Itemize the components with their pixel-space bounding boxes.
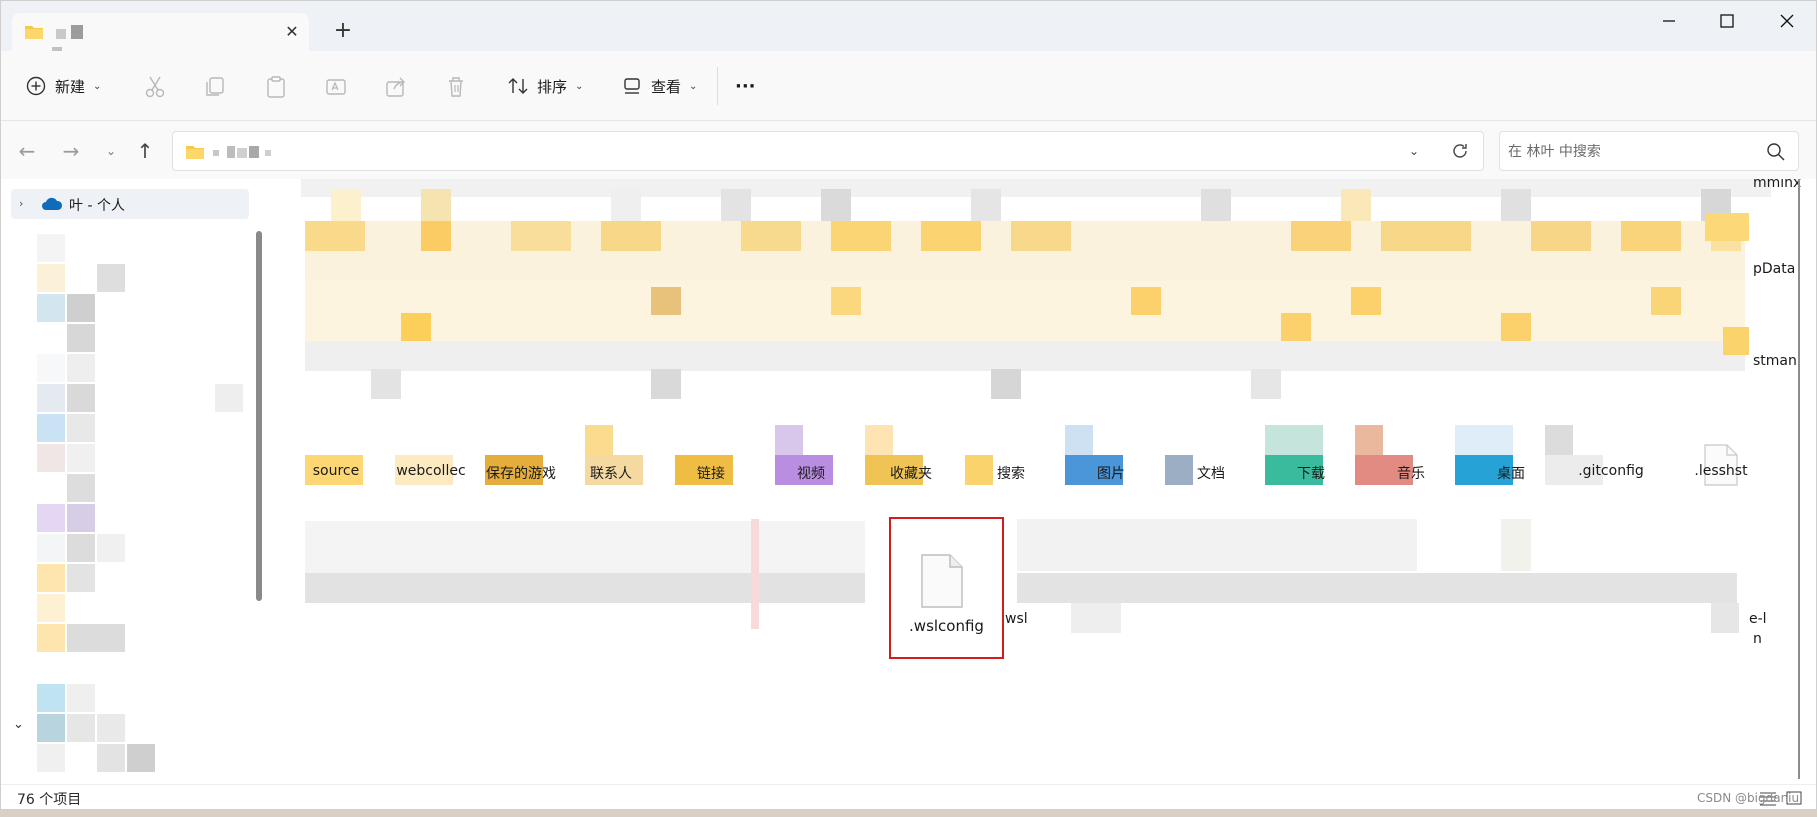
file-explorer-window: ✕ + 新建 ⌄ 排序 ⌄ 查看 ⌄ ··· ← → ⌄ ↑ ⌄ 在 林叶 中搜… <box>0 0 1817 810</box>
new-button-label: 新建 <box>55 77 86 96</box>
maximize-icon[interactable] <box>1707 9 1747 33</box>
file-label-lesshst[interactable]: .lesshst <box>1671 463 1771 479</box>
add-circle-icon <box>26 76 46 96</box>
sidebar-item-onedrive[interactable]: › 叶 - 个人 <box>11 189 249 219</box>
file-label[interactable]: n <box>1753 631 1762 647</box>
up-icon[interactable]: ↑ <box>133 139 157 163</box>
file-label[interactable]: pData <box>1753 261 1795 277</box>
expand-chevron-icon[interactable]: ⌄ <box>13 717 24 732</box>
title-bar: ✕ + <box>1 1 1816 59</box>
recent-locations-icon[interactable]: ⌄ <box>99 139 123 163</box>
close-tab-icon[interactable]: ✕ <box>282 22 302 42</box>
minimize-icon[interactable] <box>1649 9 1689 33</box>
folder-label-saved-games[interactable]: 保存的游戏 <box>481 463 561 483</box>
folder-label-links[interactable]: 链接 <box>671 463 751 483</box>
address-dropdown-icon[interactable]: ⌄ <box>1403 140 1425 162</box>
chevron-down-icon: ⌄ <box>93 80 102 92</box>
address-bar[interactable]: ⌄ <box>172 131 1484 171</box>
share-icon[interactable] <box>383 74 409 100</box>
selected-file-wslconfig[interactable]: .wslconfig <box>889 517 1004 659</box>
sort-button[interactable]: 排序 ⌄ <box>507 69 583 103</box>
back-icon[interactable]: ← <box>15 139 39 163</box>
folder-label-webcollec[interactable]: webcollec <box>381 463 481 479</box>
folder-label-videos[interactable]: 视频 <box>771 463 851 483</box>
refresh-icon[interactable] <box>1449 140 1471 162</box>
expand-chevron-icon[interactable]: › <box>19 197 23 210</box>
file-label[interactable]: e-l <box>1749 611 1767 627</box>
new-tab-icon[interactable]: + <box>331 19 355 43</box>
search-box[interactable] <box>1499 131 1799 171</box>
onedrive-cloud-icon <box>42 197 63 210</box>
folder-label-documents[interactable]: 文档 <box>1171 463 1251 483</box>
status-bar: 76 个项目 <box>1 784 1816 809</box>
folder-label-favorites[interactable]: 收藏夹 <box>871 463 951 483</box>
new-button[interactable]: 新建 ⌄ <box>25 69 101 103</box>
folder-label-downloads[interactable]: 下载 <box>1271 463 1351 483</box>
delete-icon[interactable] <box>443 74 469 100</box>
file-label-gitconfig[interactable]: .gitconfig <box>1561 463 1661 479</box>
file-icon <box>921 554 963 608</box>
sort-button-label: 排序 <box>537 77 568 96</box>
view-button-label: 查看 <box>651 77 682 96</box>
folder-icon <box>25 26 43 39</box>
folder-label-searches[interactable]: 搜索 <box>971 463 1051 483</box>
folder-label-contacts[interactable]: 联系人 <box>571 463 651 483</box>
search-input[interactable] <box>1508 140 1748 164</box>
watermark: CSDN @bigdaniu <box>1697 791 1800 805</box>
file-label[interactable]: wsl <box>1005 611 1028 627</box>
paste-icon[interactable] <box>263 74 289 100</box>
rename-icon[interactable] <box>323 74 349 100</box>
sidebar-pixelated-items <box>1 234 251 774</box>
sidebar-scrollbar[interactable] <box>256 231 262 601</box>
cut-icon[interactable] <box>142 74 168 100</box>
sidebar-item-label: 叶 - 个人 <box>69 198 125 214</box>
command-bar: 新建 ⌄ 排序 ⌄ 查看 ⌄ ··· <box>1 51 1816 121</box>
folder-label-desktop[interactable]: 桌面 <box>1471 463 1551 483</box>
more-options-icon: ··· <box>735 75 756 97</box>
navigation-row: ← → ⌄ ↑ ⌄ <box>1 121 1816 179</box>
view-icon <box>624 78 640 94</box>
folder-label-source[interactable]: source <box>291 463 381 479</box>
forward-icon[interactable]: → <box>59 139 83 163</box>
file-list: mminx pData stman source webcollec 保存的游戏… <box>271 179 1805 784</box>
content-scrollbar[interactable] <box>1791 179 1801 779</box>
more-options-button[interactable]: ··· <box>735 69 756 103</box>
close-window-icon[interactable] <box>1767 9 1807 33</box>
view-button[interactable]: 查看 ⌄ <box>621 69 697 103</box>
chevron-down-icon: ⌄ <box>689 80 698 92</box>
sort-icon <box>508 78 528 94</box>
search-icon[interactable] <box>1766 142 1786 162</box>
folder-icon <box>186 146 204 159</box>
item-count: 76 个项目 <box>17 792 82 808</box>
selected-file-label: .wslconfig <box>909 617 984 635</box>
folder-label-pictures[interactable]: 图片 <box>1071 463 1151 483</box>
address-path <box>213 144 283 160</box>
copy-icon[interactable] <box>202 74 228 100</box>
explorer-tab[interactable]: ✕ <box>12 13 309 59</box>
tab-title <box>52 22 94 59</box>
toolbar-divider <box>717 67 718 105</box>
navigation-pane: › 叶 - 个人 ⌄ <box>1 179 269 784</box>
folder-label-music[interactable]: 音乐 <box>1371 463 1451 483</box>
chevron-down-icon: ⌄ <box>575 80 584 92</box>
